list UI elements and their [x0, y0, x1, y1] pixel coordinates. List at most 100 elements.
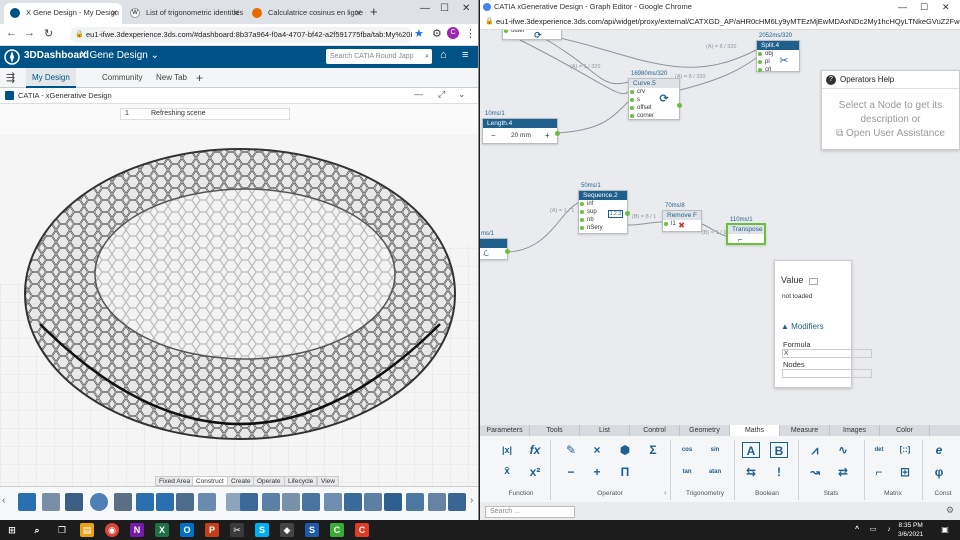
output-port[interactable]: [677, 103, 682, 108]
power-icon[interactable]: x²: [526, 464, 544, 480]
chevron-right-icon[interactable]: ›: [470, 495, 473, 506]
abs-icon[interactable]: |x|: [498, 442, 516, 458]
tab-measure[interactable]: Measure: [780, 425, 830, 436]
pencil-icon[interactable]: ✎: [562, 442, 580, 458]
collapse-menu-icon[interactable]: ⇶: [0, 68, 20, 88]
star-icon[interactable]: ★: [414, 27, 424, 40]
product-icon[interactable]: Π: [616, 464, 634, 480]
chevron-left-icon[interactable]: ‹: [2, 495, 5, 506]
tag-icon[interactable]: ⌂: [440, 49, 447, 61]
formula-input[interactable]: X: [782, 349, 872, 358]
port-corner[interactable]: corner: [629, 112, 679, 120]
system-tray-icon[interactable]: ^: [850, 523, 864, 537]
network-icon[interactable]: ▭: [866, 523, 880, 537]
function-icon[interactable]: fx: [526, 442, 544, 458]
extensions-icon[interactable]: ⚙: [432, 27, 442, 40]
blend-icon[interactable]: [448, 493, 466, 511]
plane-icon[interactable]: [302, 493, 320, 511]
close-icon[interactable]: ✕: [110, 3, 118, 23]
ab-tab-operate[interactable]: Operate: [253, 476, 285, 486]
multiply-icon[interactable]: ×: [588, 442, 606, 458]
boolean-b-icon[interactable]: B: [770, 442, 788, 458]
port-inf[interactable]: inf: [579, 200, 627, 208]
decrement-button[interactable]: −: [491, 131, 496, 140]
close-icon[interactable]: ✕: [232, 3, 240, 23]
boolean-a-icon[interactable]: A: [742, 442, 760, 458]
ab-tab-view[interactable]: View: [317, 476, 339, 486]
not-icon[interactable]: !: [770, 464, 788, 480]
shuffle-icon[interactable]: ⇄: [834, 464, 852, 480]
excel-icon[interactable]: X: [155, 523, 169, 537]
node-length[interactable]: 10ms/1 Length.4 − 20 mm +: [482, 111, 560, 144]
powerpoint-icon[interactable]: P: [205, 523, 219, 537]
maximize-icon[interactable]: ☐: [920, 0, 928, 14]
tab-tools[interactable]: Tools: [530, 425, 580, 436]
axis-icon[interactable]: [324, 493, 342, 511]
determinant-icon[interactable]: det: [870, 442, 888, 458]
forward-arrow-icon[interactable]: →: [24, 27, 35, 39]
3d-object-icon[interactable]: [42, 493, 60, 511]
task-view-icon[interactable]: ❐: [55, 523, 69, 537]
hamburger-menu-icon[interactable]: ≡: [462, 49, 468, 61]
graph-canvas[interactable]: (A) = 8 / 320 (A) = 1 / 320 (A) = 8 / 32…: [480, 30, 960, 425]
ab-tab-create[interactable]: Create: [227, 476, 255, 486]
ab-tab-lifecycle[interactable]: Lifecycle: [284, 476, 318, 486]
compass-logo-icon[interactable]: [4, 49, 20, 65]
close-window-icon[interactable]: ✕: [942, 0, 950, 14]
undo-icon[interactable]: [136, 493, 154, 511]
loft-icon[interactable]: [428, 493, 446, 511]
chevron-left-icon[interactable]: ‹: [664, 488, 667, 497]
address-bar[interactable]: 🔒 eu1-ifwe.3dexperience.3ds.com/api/widg…: [480, 14, 960, 30]
chevron-down-icon[interactable]: ⌄: [458, 89, 466, 100]
tab-geometry[interactable]: Geometry: [680, 425, 730, 436]
outlook-icon[interactable]: O: [180, 523, 194, 537]
browser-tab-cosinus[interactable]: Calculatrice cosinus en ligne - C ✕: [246, 3, 366, 24]
euler-icon[interactable]: e: [930, 442, 948, 458]
output-port[interactable]: [505, 249, 510, 254]
reload-icon[interactable]: ↻: [44, 27, 53, 40]
home-icon[interactable]: [18, 493, 36, 511]
solidworks-icon[interactable]: S: [305, 523, 319, 537]
minimize-icon[interactable]: —: [898, 0, 907, 14]
close-icon[interactable]: ✕: [354, 3, 362, 23]
3d-viewport[interactable]: 1 Refreshing scene: [0, 104, 478, 486]
browser-tab-xgene[interactable]: X Gene Design - My Design ✕: [4, 3, 122, 24]
onenote-icon[interactable]: N: [130, 523, 144, 537]
line-icon[interactable]: [262, 493, 280, 511]
snipping-tool-icon[interactable]: ✂: [230, 523, 244, 537]
notifications-icon[interactable]: ▣: [938, 523, 952, 537]
windows-start-icon[interactable]: ⊞: [5, 523, 19, 537]
minus-icon[interactable]: −: [562, 464, 580, 480]
browser-tab-trig[interactable]: W List of trigonometric identities ✕: [124, 3, 244, 24]
app-icon[interactable]: ◆: [280, 523, 294, 537]
nodes-input[interactable]: [782, 369, 872, 378]
tools-icon[interactable]: [176, 493, 194, 511]
globe-icon[interactable]: [90, 493, 108, 511]
spline-icon[interactable]: [344, 493, 362, 511]
bucket-icon[interactable]: ⬢: [616, 442, 634, 458]
output-port[interactable]: [625, 211, 630, 216]
plus-icon[interactable]: +: [588, 464, 606, 480]
tab-control[interactable]: Control: [630, 425, 680, 436]
back-arrow-icon[interactable]: ←: [6, 27, 17, 39]
operator-search-input[interactable]: Search ...: [485, 506, 575, 518]
atan-icon[interactable]: atan: [706, 464, 724, 480]
tab-parameters[interactable]: Parameters: [480, 425, 530, 436]
file-explorer-icon[interactable]: ▤: [80, 523, 94, 537]
increment-button[interactable]: +: [545, 131, 550, 140]
node-sequence[interactable]: 50ms/1 Sequence.2 inf sup nb nSery 1.2.3: [578, 183, 630, 234]
search-icon[interactable]: ⌕: [30, 523, 44, 537]
menu-dots-icon[interactable]: ⋮: [465, 27, 476, 40]
clock[interactable]: 8:35 PM 3/6/2021: [898, 521, 923, 539]
value-toggle-icon[interactable]: [809, 278, 818, 285]
maximize-icon[interactable]: ☐: [440, 3, 449, 14]
share-icon[interactable]: [114, 493, 132, 511]
sum-icon[interactable]: Σ: [644, 442, 662, 458]
tab-new-tab[interactable]: New Tab: [150, 68, 193, 88]
tab-my-design[interactable]: My Design: [26, 68, 76, 88]
save-icon[interactable]: [65, 493, 83, 511]
sweep-icon[interactable]: [406, 493, 424, 511]
minimize-widget-icon[interactable]: —: [414, 89, 423, 99]
compare-icon[interactable]: ⇆: [742, 464, 760, 480]
sin-icon[interactable]: sin: [706, 442, 724, 458]
